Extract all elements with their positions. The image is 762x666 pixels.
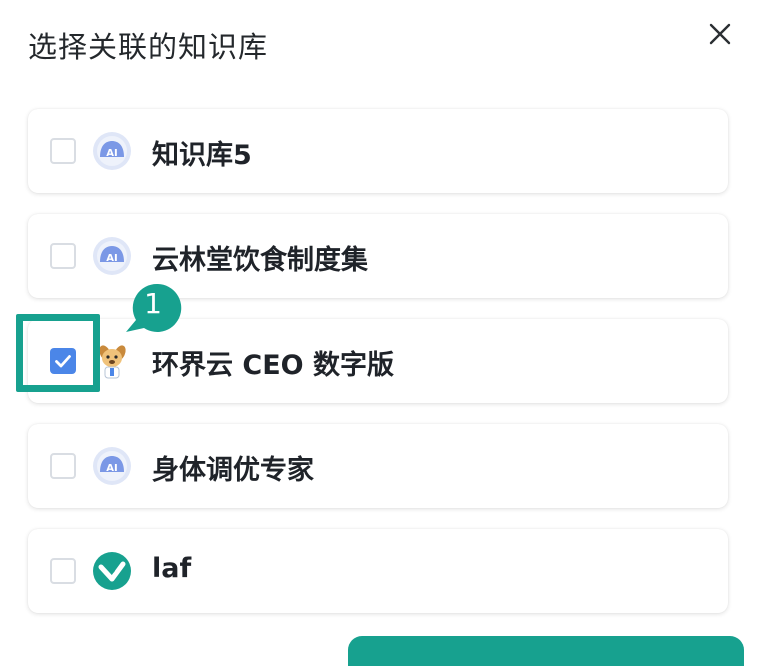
item-label: 身体调优专家 xyxy=(152,455,314,486)
step-number-badge: 1 xyxy=(124,282,182,332)
svg-text:AI: AI xyxy=(106,253,117,264)
list-item-knowledge-base-5[interactable]: AI 知识库5 xyxy=(28,109,728,193)
list-item-laf[interactable]: laf xyxy=(28,529,728,613)
dialog-title: 选择关联的知识库 xyxy=(28,30,269,64)
annotation-highlight-box xyxy=(16,314,100,392)
svg-text:AI: AI xyxy=(106,463,117,474)
item-label: 云林堂饮食制度集 xyxy=(152,245,368,276)
item-label: 知识库5 xyxy=(152,140,252,171)
ai-avatar-icon: AI xyxy=(93,447,131,485)
ai-avatar-icon: AI xyxy=(93,132,131,170)
item-label: laf xyxy=(152,553,192,584)
checkbox[interactable] xyxy=(50,138,76,164)
ai-avatar-icon: AI xyxy=(93,237,131,275)
checkbox[interactable] xyxy=(50,243,76,269)
item-label: 环界云 CEO 数字版 xyxy=(152,350,395,381)
checkbox[interactable] xyxy=(50,453,76,479)
laf-logo-icon xyxy=(93,552,131,590)
list-item-body-tuning-expert[interactable]: AI 身体调优专家 xyxy=(28,424,728,508)
checkbox[interactable] xyxy=(50,558,76,584)
confirm-button[interactable] xyxy=(348,636,744,666)
close-icon xyxy=(709,23,731,45)
close-button[interactable] xyxy=(706,20,734,48)
svg-text:AI: AI xyxy=(106,148,117,159)
step-number: 1 xyxy=(144,287,162,320)
